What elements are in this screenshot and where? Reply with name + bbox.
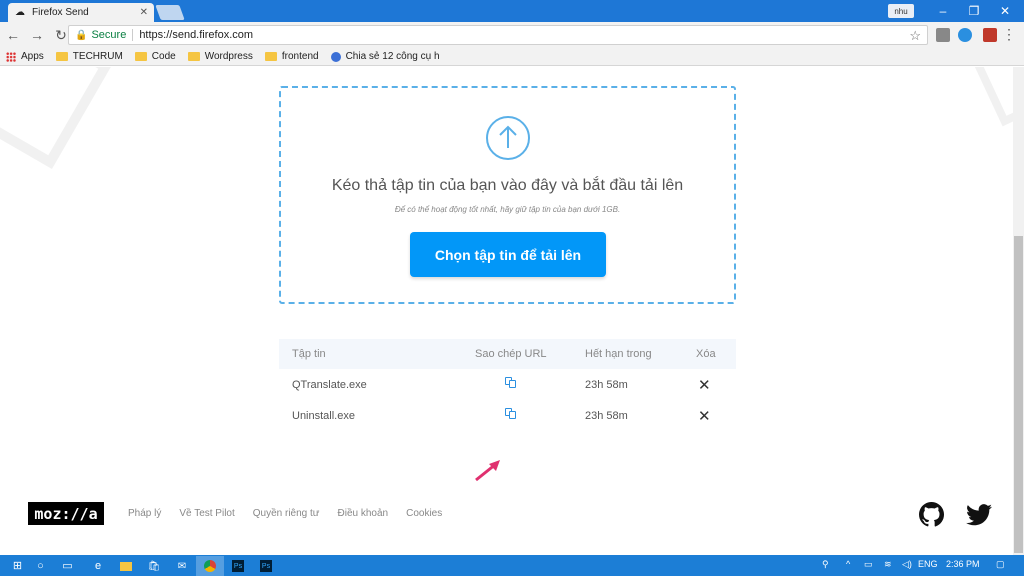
apps-grid-icon — [6, 51, 16, 62]
store-icon[interactable]: 🛍 — [140, 556, 168, 576]
minimize-icon[interactable]: – — [928, 2, 958, 20]
extension-icon[interactable] — [936, 28, 950, 42]
copy-url-icon[interactable] — [505, 377, 517, 389]
browser-tab-bar: ☁ Firefox Send ✕ nhu – ❐ ✕ — [0, 0, 1024, 22]
edge-icon[interactable]: e — [84, 556, 112, 576]
table-row: QTranslate.exe 23h 58m ✕ — [279, 369, 736, 400]
forward-arrow-icon[interactable]: → — [26, 24, 48, 46]
browser-tab-firefox-send[interactable]: ☁ Firefox Send ✕ — [8, 3, 154, 22]
tab-title: Firefox Send — [32, 7, 89, 18]
header-expires: Hết hạn trong — [585, 348, 652, 360]
restore-icon[interactable]: ❐ — [959, 2, 989, 20]
back-arrow-icon[interactable]: ← — [2, 24, 24, 46]
close-window-icon[interactable]: ✕ — [990, 2, 1020, 20]
bookmark-star-icon[interactable]: ☆ — [909, 28, 921, 44]
expires-in: 23h 58m — [585, 378, 628, 391]
new-tab-button[interactable] — [155, 5, 185, 20]
photoshop-icon[interactable]: Ps — [252, 556, 280, 576]
photoshop-icon[interactable]: Ps — [224, 556, 252, 576]
url-text[interactable]: https://send.firefox.com — [139, 29, 253, 41]
file-table: Tập tin Sao chép URL Hết hạn trong Xóa Q… — [279, 339, 736, 431]
table-header: Tập tin Sao chép URL Hết hạn trong Xóa — [279, 339, 736, 369]
bookmark-frontend[interactable]: frontend — [264, 51, 319, 62]
extension-sync-icon[interactable] — [958, 28, 972, 42]
bookmark-code[interactable]: Code — [134, 51, 176, 62]
dropzone-title: Kéo thả tập tin của bạn vào đây và bắt đ… — [331, 177, 684, 194]
file-explorer-icon[interactable] — [112, 556, 140, 576]
delete-icon[interactable]: ✕ — [698, 376, 711, 394]
search-icon[interactable]: ○ — [33, 558, 48, 573]
upload-dropzone[interactable]: Kéo thả tập tin của bạn vào đây và bắt đ… — [279, 86, 736, 304]
copy-url-icon[interactable] — [505, 408, 517, 420]
bookmark-label: Chia sẻ 12 công cụ h — [345, 51, 440, 62]
browser-toolbar: ← → ↻ 🔒 Secure https://send.firefox.com … — [0, 22, 1024, 48]
twitter-icon[interactable] — [966, 504, 992, 526]
extension-red-icon[interactable] — [983, 28, 997, 42]
page-content: Kéo thả tập tin của bạn vào đây và bắt đ… — [0, 67, 1024, 555]
globe-icon — [330, 51, 341, 62]
task-view-icon[interactable]: ▭ — [60, 558, 75, 573]
language-indicator[interactable]: ENG — [918, 559, 938, 569]
lock-icon: 🔒 — [75, 29, 88, 41]
github-icon[interactable] — [919, 502, 944, 527]
profile-button[interactable]: nhu — [888, 4, 914, 18]
bookmark-techrum[interactable]: TECHRUM — [55, 51, 123, 62]
scrollbar-thumb[interactable] — [1014, 236, 1023, 553]
footer-link-legal[interactable]: Pháp lý — [128, 508, 161, 519]
annotation-arrow-icon — [472, 458, 504, 489]
bookmarks-bar: Apps TECHRUM Code Wordpress frontend Chi… — [0, 48, 1024, 66]
footer-link-privacy[interactable]: Quyền riêng tư — [253, 508, 320, 519]
footer-links: Pháp lý Về Test Pilot Quyền riêng tư Điề… — [128, 508, 460, 519]
header-delete: Xóa — [696, 348, 716, 360]
folder-icon — [134, 52, 147, 61]
file-name: QTranslate.exe — [292, 378, 367, 391]
network-icon[interactable]: ≋ — [884, 559, 892, 570]
table-row: Uninstall.exe 23h 58m ✕ — [279, 400, 736, 431]
secure-label: Secure — [91, 29, 127, 41]
header-copy-url: Sao chép URL — [475, 348, 547, 360]
divider — [132, 29, 134, 41]
bookmark-label: Wordpress — [204, 51, 253, 62]
people-icon[interactable]: ⚲ — [822, 559, 829, 570]
footer-link-terms[interactable]: Điều khoản — [338, 508, 389, 519]
bookmark-label: Apps — [21, 51, 44, 62]
windows-start-icon[interactable]: ⊞ — [10, 558, 25, 573]
dropzone-subtitle: Để có thể hoạt động tốt nhất, hãy giữ tậ… — [394, 205, 621, 214]
cloud-icon: ☁ — [15, 7, 25, 18]
bookmark-wordpress[interactable]: Wordpress — [187, 51, 253, 62]
folder-icon — [264, 52, 277, 61]
upload-arrow-icon — [486, 116, 530, 160]
expires-in: 23h 58m — [585, 409, 628, 422]
chevron-up-icon[interactable]: ^ — [846, 559, 850, 569]
bookmark-label: frontend — [281, 51, 319, 62]
windows-taskbar: ⊞ ○ ▭ e 🛍 ✉ Ps Ps ⚲ ^ ▭ ≋ ◁) ENG 2:36 PM… — [0, 555, 1024, 576]
file-name: Uninstall.exe — [292, 409, 355, 422]
background-decoration — [0, 67, 112, 169]
volume-icon[interactable]: ◁) — [902, 559, 912, 570]
footer-link-cookies[interactable]: Cookies — [406, 508, 442, 519]
battery-icon[interactable]: ▭ — [864, 559, 873, 570]
mozilla-logo[interactable]: moz://a — [28, 502, 104, 525]
delete-icon[interactable]: ✕ — [698, 407, 711, 425]
footer-link-about[interactable]: Về Test Pilot — [179, 508, 234, 519]
clock[interactable]: 2:36 PM — [946, 559, 980, 569]
header-file: Tập tin — [292, 348, 326, 360]
chrome-icon[interactable] — [196, 556, 224, 576]
folder-icon — [55, 52, 68, 61]
notifications-icon[interactable]: ▢ — [996, 559, 1005, 570]
close-tab-icon[interactable]: ✕ — [140, 7, 148, 18]
address-bar[interactable]: 🔒 Secure https://send.firefox.com ☆ — [68, 25, 928, 45]
bookmark-apps[interactable]: Apps — [6, 51, 44, 62]
bookmark-chia-se[interactable]: Chia sẻ 12 công cụ h — [330, 51, 440, 62]
folder-icon — [187, 52, 200, 61]
bookmark-label: Code — [151, 51, 176, 62]
mail-icon[interactable]: ✉ — [168, 556, 196, 576]
menu-dots-icon[interactable]: ⋮ — [1002, 26, 1016, 43]
choose-file-button[interactable]: Chọn tập tin để tải lên — [410, 232, 606, 277]
bookmark-label: TECHRUM — [72, 51, 123, 62]
